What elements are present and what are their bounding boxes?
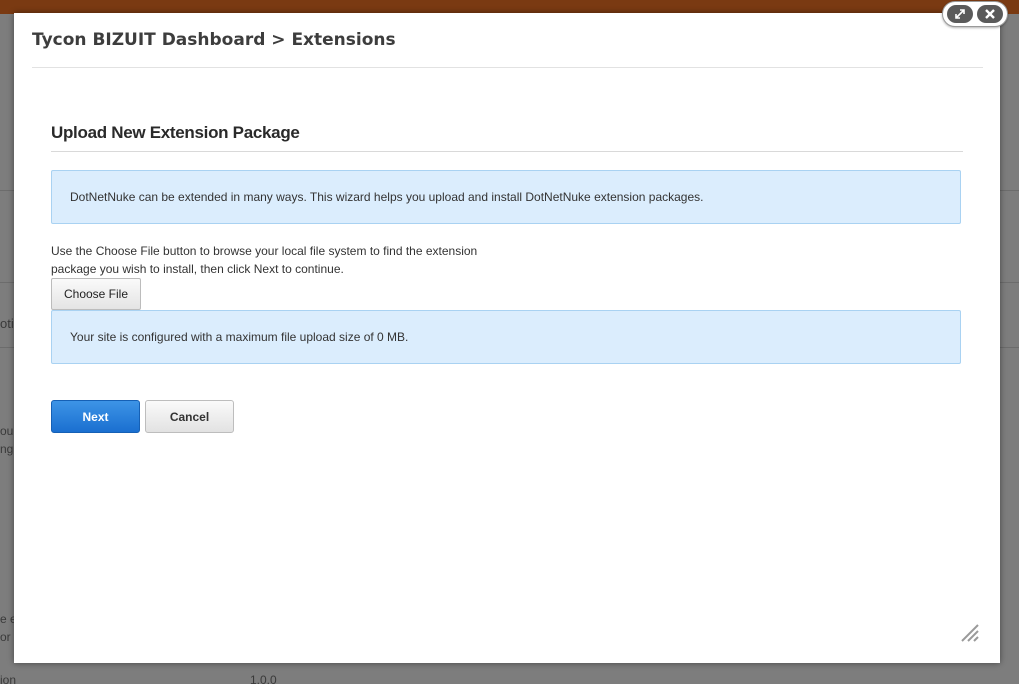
max-size-message: Your site is configured with a maximum f… <box>70 330 409 344</box>
intro-message: DotNetNuke can be extended in many ways.… <box>70 190 704 204</box>
background-top-bar <box>0 0 1019 14</box>
resize-handle-icon[interactable] <box>960 623 980 643</box>
max-size-info-box: Your site is configured with a maximum f… <box>51 310 961 364</box>
background-text: or <box>0 630 11 644</box>
intro-info-box: DotNetNuke can be extended in many ways.… <box>51 170 961 224</box>
close-icon <box>985 9 995 19</box>
extension-upload-dialog: Tycon BIZUIT Dashboard > Extensions Uplo… <box>14 13 1000 663</box>
background-text: ng <box>0 442 14 456</box>
maximize-icon <box>955 9 965 19</box>
window-controls <box>942 1 1008 27</box>
dialog-title: Tycon BIZUIT Dashboard > Extensions <box>32 30 396 50</box>
cancel-button[interactable]: Cancel <box>145 400 234 433</box>
instructions-line: package you wish to install, then click … <box>51 262 344 276</box>
section-divider <box>51 151 963 152</box>
choose-file-button[interactable]: Choose File <box>51 278 141 310</box>
section-heading: Upload New Extension Package <box>51 123 300 142</box>
background-text: ou <box>0 424 14 438</box>
title-divider <box>32 67 983 68</box>
background-text: oti <box>0 316 14 331</box>
next-button[interactable]: Next <box>51 400 140 433</box>
maximize-button[interactable] <box>947 5 973 23</box>
background-text: ion <box>0 673 17 684</box>
instructions-line: Use the Choose File button to browse you… <box>51 244 478 258</box>
close-button[interactable] <box>977 5 1003 23</box>
background-text: 1.0.0 <box>250 673 277 684</box>
instructions-text: Use the Choose File button to browse you… <box>51 242 511 278</box>
